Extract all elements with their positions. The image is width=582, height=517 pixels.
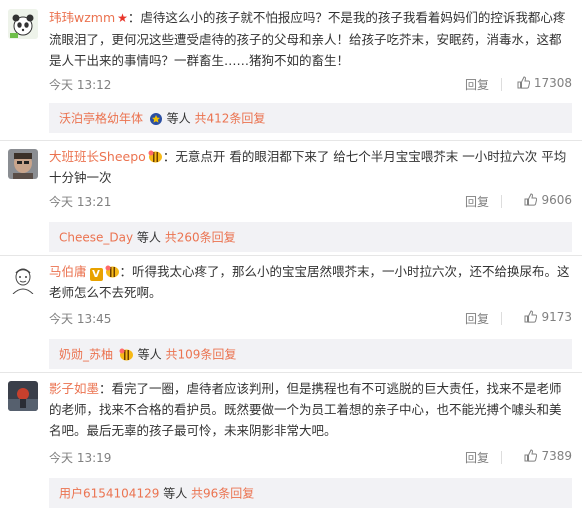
comment-body: 马伯庸 V ：听得我太心疼了，那么小的宝宝居然喂芥末，一小时拉六次，还不给换尿布。这… [49, 261, 572, 303]
comment-time: 今天 13:12 [49, 78, 112, 92]
comment-meta: 今天 13:45 回复 9173 [49, 310, 572, 328]
comment-meta: 今天 13:19 回复 7389 [49, 449, 572, 467]
sub-reply-suffix: 等人 [137, 347, 162, 362]
avatar[interactable] [8, 9, 38, 39]
comment-username[interactable]: 影子如墨 [49, 381, 99, 396]
comment-body: 玮玮wzmm ★：虐待这么小的孩子就不怕报应吗？不是我的孩子我看着妈妈们的控诉我都… [49, 7, 572, 71]
comment-separator: ： [127, 10, 141, 25]
reply-button[interactable]: 回复 [465, 449, 489, 466]
like-button[interactable]: 9606 [524, 193, 572, 207]
like-button[interactable]: 17308 [517, 76, 572, 90]
comment-meta: 今天 13:12 回复 17308 [49, 76, 572, 94]
sub-reply-total[interactable]: 共412条回复 [195, 112, 266, 126]
v-badge-icon: V [89, 268, 103, 281]
panda-avatar-icon [8, 9, 38, 39]
like-count: 9173 [541, 310, 572, 324]
sub-reply-suffix: 等人 [166, 111, 191, 126]
sub-replies-box[interactable]: 沃泊亭格幼年体 等人 共412条回复 [49, 103, 572, 133]
dark-avatar-icon [8, 381, 38, 411]
sub-reply-user[interactable]: 奶勋_苏柚 [59, 348, 113, 362]
like-icon [524, 193, 538, 206]
sub-replies-box[interactable]: Cheese_Day 等人 共260条回复 [49, 222, 572, 252]
sub-reply-total[interactable]: 共109条回复 [166, 348, 237, 362]
sub-reply-suffix: 等人 [163, 486, 188, 501]
comment-meta: 今天 13:21 回复 9606 [49, 193, 572, 211]
champion-badge-icon [149, 112, 162, 125]
like-icon [524, 449, 538, 462]
comment-divider [0, 372, 582, 373]
comment-username[interactable]: 玮玮wzmm [49, 10, 115, 25]
divider [501, 312, 502, 325]
bee-badge-icon [148, 150, 162, 163]
sub-replies-box[interactable]: 奶勋_苏柚 等人 共109条回复 [49, 339, 572, 369]
bee-badge-icon [105, 265, 119, 278]
reply-button[interactable]: 回复 [465, 76, 489, 93]
comment-body: 影子如墨：看完了一圈，虐待者应该判刑，但是携程也有不可逃脱的巨大责任，找来不是老… [49, 378, 572, 441]
star-badge-icon: ★ [117, 11, 128, 25]
comment-body: 大班班长Sheepo ：无意点开 看的眼泪都下来了 给七个半月宝宝喂芥末 一小时拉… [49, 146, 572, 188]
like-icon [524, 310, 538, 323]
reply-button[interactable]: 回复 [465, 310, 489, 327]
sub-reply-suffix: 等人 [136, 230, 161, 245]
divider [501, 195, 502, 208]
sub-replies-box[interactable]: 用户6154104129 等人 共96条回复 [49, 478, 572, 508]
like-count: 9606 [541, 193, 572, 207]
sub-reply-total[interactable]: 共96条回复 [191, 487, 254, 501]
avatar[interactable] [8, 381, 38, 411]
sub-reply-total[interactable]: 共260条回复 [165, 231, 236, 245]
comment-separator: ： [99, 381, 112, 396]
comment-separator: ： [162, 149, 176, 164]
like-count: 7389 [541, 449, 572, 463]
avatar[interactable] [8, 264, 38, 294]
comment-username[interactable]: 马伯庸 [49, 264, 87, 279]
like-button[interactable]: 7389 [524, 449, 572, 463]
reply-button[interactable]: 回复 [465, 193, 489, 210]
like-count: 17308 [533, 76, 572, 90]
comment-text: 看完了一圈，虐待者应该判刑，但是携程也有不可逃脱的巨大责任，找来不是老师的老师，… [49, 381, 562, 438]
sub-reply-user[interactable]: Cheese_Day [59, 231, 133, 245]
avatar[interactable] [8, 149, 38, 179]
divider [501, 78, 502, 91]
sketch-avatar-icon [8, 264, 38, 294]
bee-badge-icon [119, 348, 133, 361]
divider [501, 451, 502, 464]
like-icon [517, 76, 530, 89]
comment-time: 今天 13:19 [49, 451, 112, 465]
like-button[interactable]: 9173 [524, 310, 572, 324]
comment-divider [0, 140, 582, 141]
sub-reply-user[interactable]: 沃泊亭格幼年体 [59, 112, 143, 126]
comment-time: 今天 13:21 [49, 195, 112, 209]
comment-time: 今天 13:45 [49, 312, 112, 326]
comment-separator: ： [119, 264, 133, 279]
comment-divider [0, 255, 582, 256]
photo-avatar-icon [8, 149, 38, 179]
sub-reply-user[interactable]: 用户6154104129 [59, 487, 159, 501]
comment-feed: 玮玮wzmm ★：虐待这么小的孩子就不怕报应吗？不是我的孩子我看着妈妈们的控诉我都… [0, 0, 582, 517]
comment-username[interactable]: 大班班长Sheepo [49, 149, 146, 164]
